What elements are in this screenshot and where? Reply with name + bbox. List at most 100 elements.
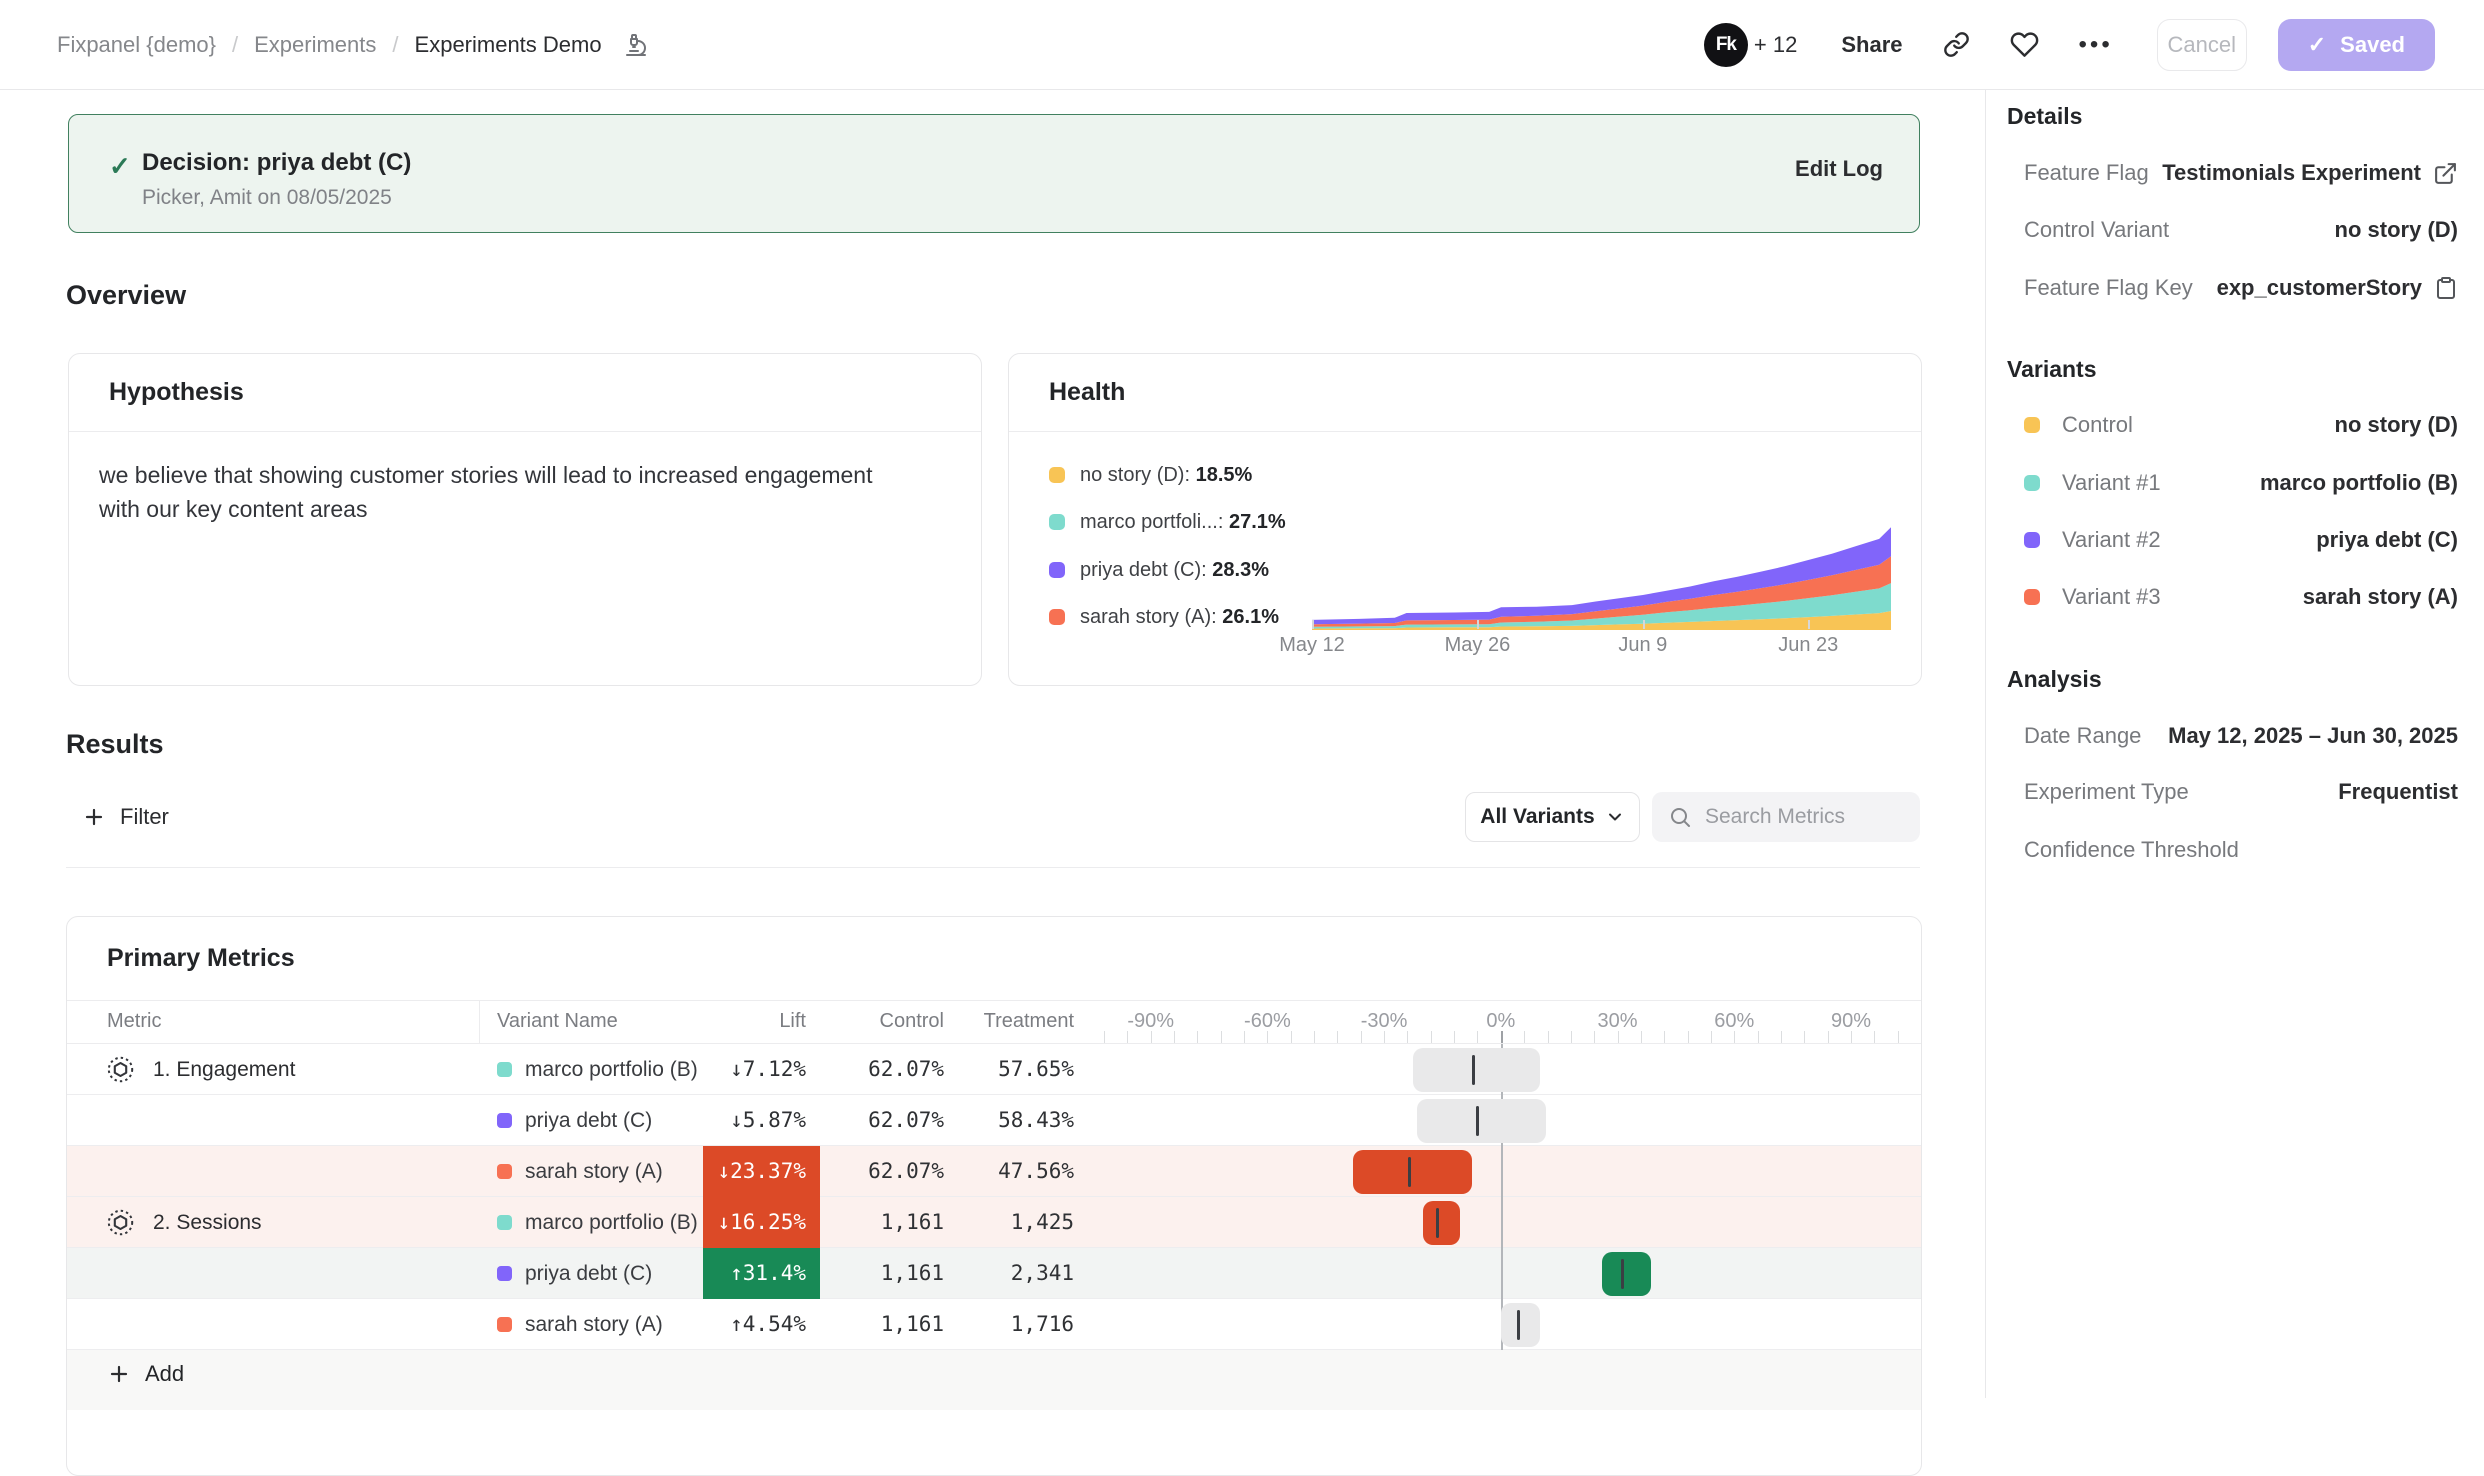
lift-value: ↓5.87% bbox=[703, 1095, 820, 1146]
ruler-tick bbox=[1688, 1031, 1689, 1043]
ruler-tick bbox=[1641, 1031, 1642, 1043]
x-axis-label: Jun 23 bbox=[1778, 634, 1838, 657]
add-metric-button[interactable]: Add bbox=[107, 1361, 184, 1387]
sidebar-row-value: Frequentist bbox=[2338, 779, 2458, 805]
confidence-interval-bar[interactable] bbox=[1417, 1099, 1545, 1143]
breadcrumb-separator: / bbox=[232, 32, 238, 58]
add-metric-label: Add bbox=[145, 1361, 184, 1387]
details-sidebar: DetailsFeature FlagTestimonials Experime… bbox=[1985, 90, 2484, 1398]
metric-table-row[interactable]: sarah story (A)↑4.54%1,1611,716 bbox=[67, 1299, 1921, 1350]
x-axis-tick bbox=[1312, 620, 1314, 629]
ruler-tick bbox=[1454, 1031, 1455, 1043]
more-menu-button[interactable]: ••• bbox=[2079, 31, 2113, 59]
ruler-tick bbox=[1571, 1031, 1572, 1043]
ruler-tick bbox=[1618, 1031, 1619, 1043]
confidence-interval-bar[interactable] bbox=[1501, 1303, 1540, 1347]
decision-subtitle: Picker, Amit on 08/05/2025 bbox=[142, 186, 392, 210]
hypothesis-title: Hypothesis bbox=[109, 378, 244, 407]
plus-icon bbox=[82, 805, 106, 829]
lift-mean-marker bbox=[1472, 1055, 1475, 1085]
legend-label: marco portfoli...: 27.1% bbox=[1080, 511, 1286, 534]
metric-table-row[interactable]: priya debt (C)↑31.4%1,1612,341 bbox=[67, 1248, 1921, 1299]
lift-mean-marker bbox=[1408, 1157, 1411, 1187]
metric-table-row[interactable]: priya debt (C)↓5.87%62.07%58.43% bbox=[67, 1095, 1921, 1146]
heart-icon bbox=[2010, 30, 2039, 59]
variant-name: sarah story (A) bbox=[525, 1146, 663, 1197]
ruler-tick bbox=[1291, 1031, 1292, 1043]
ellipsis-icon: ••• bbox=[2079, 31, 2113, 59]
legend-variant-name: priya debt (C) bbox=[1080, 559, 1201, 581]
ruler-tick bbox=[1828, 1031, 1829, 1043]
variant-color-chip bbox=[2024, 532, 2040, 548]
variant-name: marco portfolio (B) bbox=[525, 1197, 698, 1248]
sidebar-row-value: no story (D) bbox=[2335, 412, 2458, 438]
sidebar-row-value: no story (D) bbox=[2335, 217, 2458, 243]
favorite-button[interactable] bbox=[2010, 30, 2039, 59]
confidence-interval-bar[interactable] bbox=[1423, 1201, 1460, 1245]
ruler-tick bbox=[1151, 1031, 1152, 1043]
metric-table-row[interactable]: 1. Engagementmarco portfolio (B)↓7.12%62… bbox=[67, 1044, 1921, 1095]
cancel-button[interactable]: Cancel bbox=[2157, 19, 2247, 71]
ruler-tick bbox=[1244, 1031, 1245, 1043]
saved-button[interactable]: ✓ Saved bbox=[2278, 19, 2435, 71]
sidebar-row-experiment-type: Experiment TypeFrequentist bbox=[2024, 775, 2458, 809]
metrics-table-body: 1. Engagementmarco portfolio (B)↓7.12%62… bbox=[67, 1044, 1921, 1350]
health-legend-item: marco portfoli...: 27.1% bbox=[1049, 510, 1286, 534]
clipboard-icon[interactable] bbox=[2434, 276, 2458, 300]
sidebar-row-label: Date Range bbox=[2024, 723, 2141, 749]
share-button[interactable]: Share bbox=[1841, 32, 1902, 58]
ruler-tick bbox=[1851, 1031, 1852, 1043]
confidence-interval-bar[interactable] bbox=[1413, 1048, 1539, 1092]
health-legend-item: no story (D): 18.5% bbox=[1049, 463, 1252, 487]
primary-metrics-card: Primary Metrics MetricVariant NameLiftCo… bbox=[66, 916, 1922, 1476]
control-value: 62.07% bbox=[820, 1095, 956, 1146]
health-chart-svg bbox=[1312, 524, 1891, 630]
avatar[interactable]: Fk bbox=[1704, 23, 1748, 67]
main-content: ✓ Decision: priya debt (C) Picker, Amit … bbox=[0, 90, 1985, 1398]
plus-icon bbox=[107, 1362, 131, 1386]
sidebar-row-variant-1: Variant #1marco portfolio (B) bbox=[2024, 466, 2458, 500]
metric-table-row[interactable]: 2. Sessionsmarco portfolio (B)↓16.25%1,1… bbox=[67, 1197, 1921, 1248]
metric-table-row[interactable]: sarah story (A)↓23.37%62.07%47.56% bbox=[67, 1146, 1921, 1197]
sidebar-row-label: Variant #3 bbox=[2062, 584, 2161, 610]
breadcrumb-experiments[interactable]: Experiments bbox=[254, 32, 376, 58]
hypothesis-card-header: Hypothesis bbox=[69, 354, 981, 432]
metric-goal-icon bbox=[107, 1056, 134, 1083]
variant-color-chip bbox=[497, 1266, 512, 1281]
copy-link-button[interactable] bbox=[1943, 31, 1970, 58]
ruler-tick bbox=[1314, 1031, 1315, 1043]
lift-mean-marker bbox=[1436, 1208, 1439, 1238]
sidebar-section-details: Details bbox=[2007, 103, 2082, 130]
control-value: 1,161 bbox=[820, 1248, 956, 1299]
legend-label: sarah story (A): 26.1% bbox=[1080, 606, 1279, 629]
legend-value: 28.3% bbox=[1212, 559, 1269, 581]
sidebar-row-confidence-threshold: Confidence Threshold bbox=[2024, 833, 2458, 867]
edit-log-button[interactable]: Edit Log bbox=[1795, 156, 1883, 182]
results-divider bbox=[66, 867, 1920, 868]
column-header-treatment: Treatment bbox=[956, 1001, 1074, 1044]
collaborator-count[interactable]: + 12 bbox=[1754, 32, 1797, 58]
legend-variant-name: marco portfoli... bbox=[1080, 511, 1218, 533]
confidence-interval-bar[interactable] bbox=[1353, 1150, 1472, 1194]
sidebar-section-variants: Variants bbox=[2007, 356, 2097, 383]
variant-color-chip bbox=[497, 1317, 512, 1332]
add-filter-button[interactable]: Filter bbox=[82, 792, 169, 842]
sidebar-row-date-range: Date RangeMay 12, 2025 – Jun 30, 2025 bbox=[2024, 719, 2458, 753]
external-link-icon[interactable] bbox=[2433, 161, 2458, 186]
ruler-tick bbox=[1431, 1031, 1432, 1043]
variant-filter-dropdown[interactable]: All Variants bbox=[1465, 792, 1640, 842]
breadcrumb-separator: / bbox=[392, 32, 398, 58]
search-metrics-input[interactable] bbox=[1705, 805, 1905, 829]
sidebar-row-feature-flag-key: Feature Flag Keyexp_customerStory bbox=[2024, 271, 2458, 305]
breadcrumb-project[interactable]: Fixpanel {demo} bbox=[57, 32, 216, 58]
breadcrumb-current[interactable]: Experiments Demo bbox=[415, 32, 648, 58]
primary-metrics-header: Primary Metrics bbox=[67, 917, 1921, 1001]
hypothesis-body[interactable]: we believe that showing customer stories… bbox=[99, 458, 911, 526]
sidebar-row-label: Control bbox=[2062, 412, 2133, 438]
variant-name: sarah story (A) bbox=[525, 1299, 663, 1350]
ruler-tick bbox=[1384, 1031, 1385, 1043]
x-axis-tick bbox=[1808, 620, 1810, 629]
confidence-interval-bar[interactable] bbox=[1602, 1252, 1651, 1296]
ruler-tick bbox=[1804, 1031, 1805, 1043]
lift-mean-marker bbox=[1517, 1310, 1520, 1340]
